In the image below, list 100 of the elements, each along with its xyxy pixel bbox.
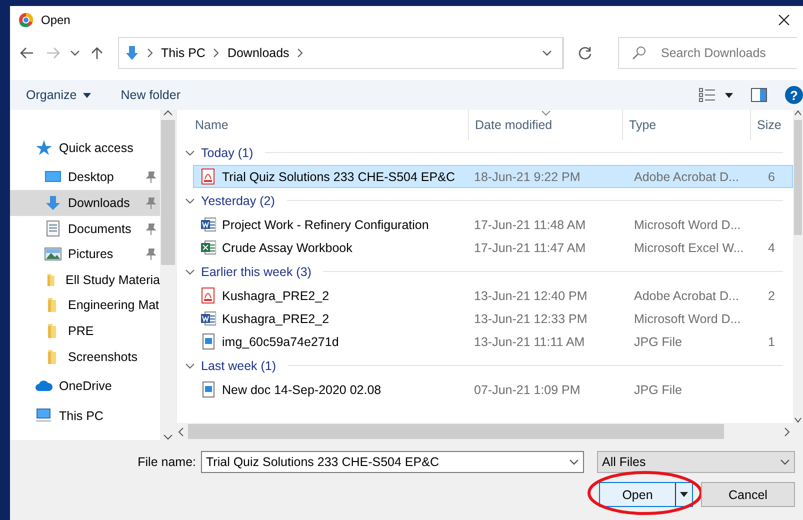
scrollbar[interactable] [160,110,176,440]
sidebar-item[interactable]: OneDrive [10,373,160,399]
scroll-right-icon[interactable] [783,426,791,436]
image-file-icon [200,381,216,398]
file-row[interactable]: img_60c59a74e271d 13-Jun-21 11:11 AM JPG File 1 [193,330,793,353]
dropdown-caret-icon [725,92,733,98]
file-row[interactable]: Crude Assay Workbook 17-Jun-21 11:47 AM Microsoft Excel W... 4 [193,236,793,259]
size-cell-text: 2 [767,288,776,302]
file-name-text: img_60c59a74e271d [222,334,339,348]
scroll-down-icon[interactable] [794,417,802,423]
file-name-text: Kushagra_PRE2_2 [222,288,330,302]
breadcrumb-item[interactable]: This PC [161,46,206,60]
type-cell-text: JPG File [633,382,683,396]
picture-icon [44,245,62,264]
word-file-icon [200,310,216,327]
chevron-right-icon [213,48,220,58]
pdf-file-icon [200,287,216,304]
column-header[interactable]: Size [751,110,791,140]
breadcrumb-item[interactable]: Downloads [227,46,290,60]
file-row[interactable]: Project Work - Refinery Configuration 17-Jun-21 11:48 AM Microsoft Word D... [193,213,793,236]
sidebar-item[interactable]: Downloads [10,190,160,216]
dropdown-caret-icon[interactable] [569,457,579,467]
scroll-up-icon[interactable] [163,110,173,116]
chevron-down-icon [70,48,80,58]
arrow-up-icon [90,47,104,59]
file-row[interactable]: Kushagra_PRE2_2 13-Jun-21 12:33 PM Microsoft Word D... [193,307,793,330]
arrow-left-icon [20,47,34,59]
file-name-field[interactable]: Trial Quiz Solutions 233 CHE-S504 EP&C [201,451,584,473]
refresh-icon [578,46,592,60]
search-icon [632,46,646,60]
file-type-dropdown[interactable]: All Files [597,451,795,473]
date-cell-text: 07-Jun-21 1:09 PM [473,382,582,396]
type-cell-text: Adobe Acrobat D... [633,288,740,302]
chevron-right-icon[interactable] [297,48,304,58]
dropdown-caret-icon [780,457,790,467]
file-row[interactable]: New doc 14-Sep-2020 02.08 07-Jun-21 1:09 PM JPG File [193,378,793,401]
search-field[interactable]: Search Downloads [618,37,797,69]
sidebar-item[interactable]: Quick access [10,135,160,161]
cancel-button[interactable]: Cancel [701,482,795,507]
file-name-text: Project Work - Refinery Configuration [222,218,429,232]
date-cell-text: 17-Jun-21 11:48 AM [473,218,587,232]
size-cell-text: 4 [767,240,776,254]
type-cell-text: Adobe Acrobat D... [633,170,740,184]
sidebar-item[interactable]: Ell Study Materia [10,266,160,293]
date-cell-text: 18-Jun-21 9:22 PM [473,170,582,184]
dropdown-caret-icon[interactable] [542,48,552,58]
scroll-up-icon[interactable] [794,110,802,116]
browser-logo-icon [18,12,34,28]
type-cell-text: JPG File [633,334,683,348]
group-header[interactable]: Earlier this week (3) [201,264,312,278]
download-arrow-icon [44,194,62,212]
document-icon [44,220,62,238]
column-header[interactable]: Type [623,110,751,140]
close-icon [778,14,790,26]
download-arrow-icon [125,45,139,61]
type-cell-text: Microsoft Excel W... [633,240,745,254]
file-name-text: Trial Quiz Solutions 233 CHE-S504 EP&C [222,170,455,184]
excel-file-icon [200,239,216,256]
scrollbar[interactable] [177,423,803,440]
list-view-icon [699,88,715,102]
file-name-text: Kushagra_PRE2_2 [222,312,330,326]
new-folder-button[interactable]: New folder [120,88,180,102]
dropdown-caret-icon [82,92,91,98]
preview-pane-icon[interactable] [751,88,767,102]
pdf-file-icon [200,168,216,185]
arrow-right-icon [46,47,60,59]
view-options-button[interactable] [699,88,733,102]
sidebar-item[interactable]: Desktop [10,164,160,190]
chevron-icon[interactable] [185,362,195,368]
chevron-icon[interactable] [185,268,195,274]
column-header[interactable]: Date modified [469,110,623,140]
file-row[interactable]: Kushagra_PRE2_2 13-Jun-21 12:40 PM Adobe Acrobat D... 2 [193,284,793,307]
sidebar-item[interactable]: Pictures [10,241,160,267]
scroll-down-icon[interactable] [163,434,173,440]
group-header[interactable]: Last week (1) [201,358,276,372]
sidebar-item[interactable]: Documents [10,216,160,242]
open-button[interactable]: Open [599,482,693,507]
dropdown-caret-icon [680,492,688,497]
group-header[interactable]: Today (1) [201,146,254,160]
file-name-text: New doc 14-Sep-2020 02.08 [222,382,382,396]
size-cell-text: 6 [767,170,776,184]
chevron-icon[interactable] [185,150,195,156]
organize-menu-button[interactable]: Organize [26,88,91,102]
sidebar-item[interactable]: This PC [10,402,160,429]
chevron-icon[interactable] [185,198,195,204]
column-header[interactable]: Name [183,110,469,140]
sidebar-item[interactable]: Engineering Mat [10,292,160,318]
file-row[interactable]: Trial Quiz Solutions 233 CHE-S504 EP&C 18-Jun-21 9:22 PM Adobe Acrobat D... 6 [193,165,793,188]
sidebar-item[interactable]: Screenshots [10,344,160,370]
scroll-left-icon[interactable] [177,426,185,436]
type-cell-text: Microsoft Word D... [633,218,742,232]
address-bar[interactable]: This PC Downloads [118,37,564,69]
help-button[interactable]: ? [785,86,803,104]
date-cell-text: 13-Jun-21 11:11 AM [473,334,586,348]
size-cell-text: 1 [767,334,776,348]
image-file-icon [200,333,216,350]
scrollbar[interactable] [793,110,803,423]
word-file-icon [200,216,216,233]
group-header[interactable]: Yesterday (2) [201,194,275,208]
sidebar-item[interactable]: PRE [10,318,160,344]
